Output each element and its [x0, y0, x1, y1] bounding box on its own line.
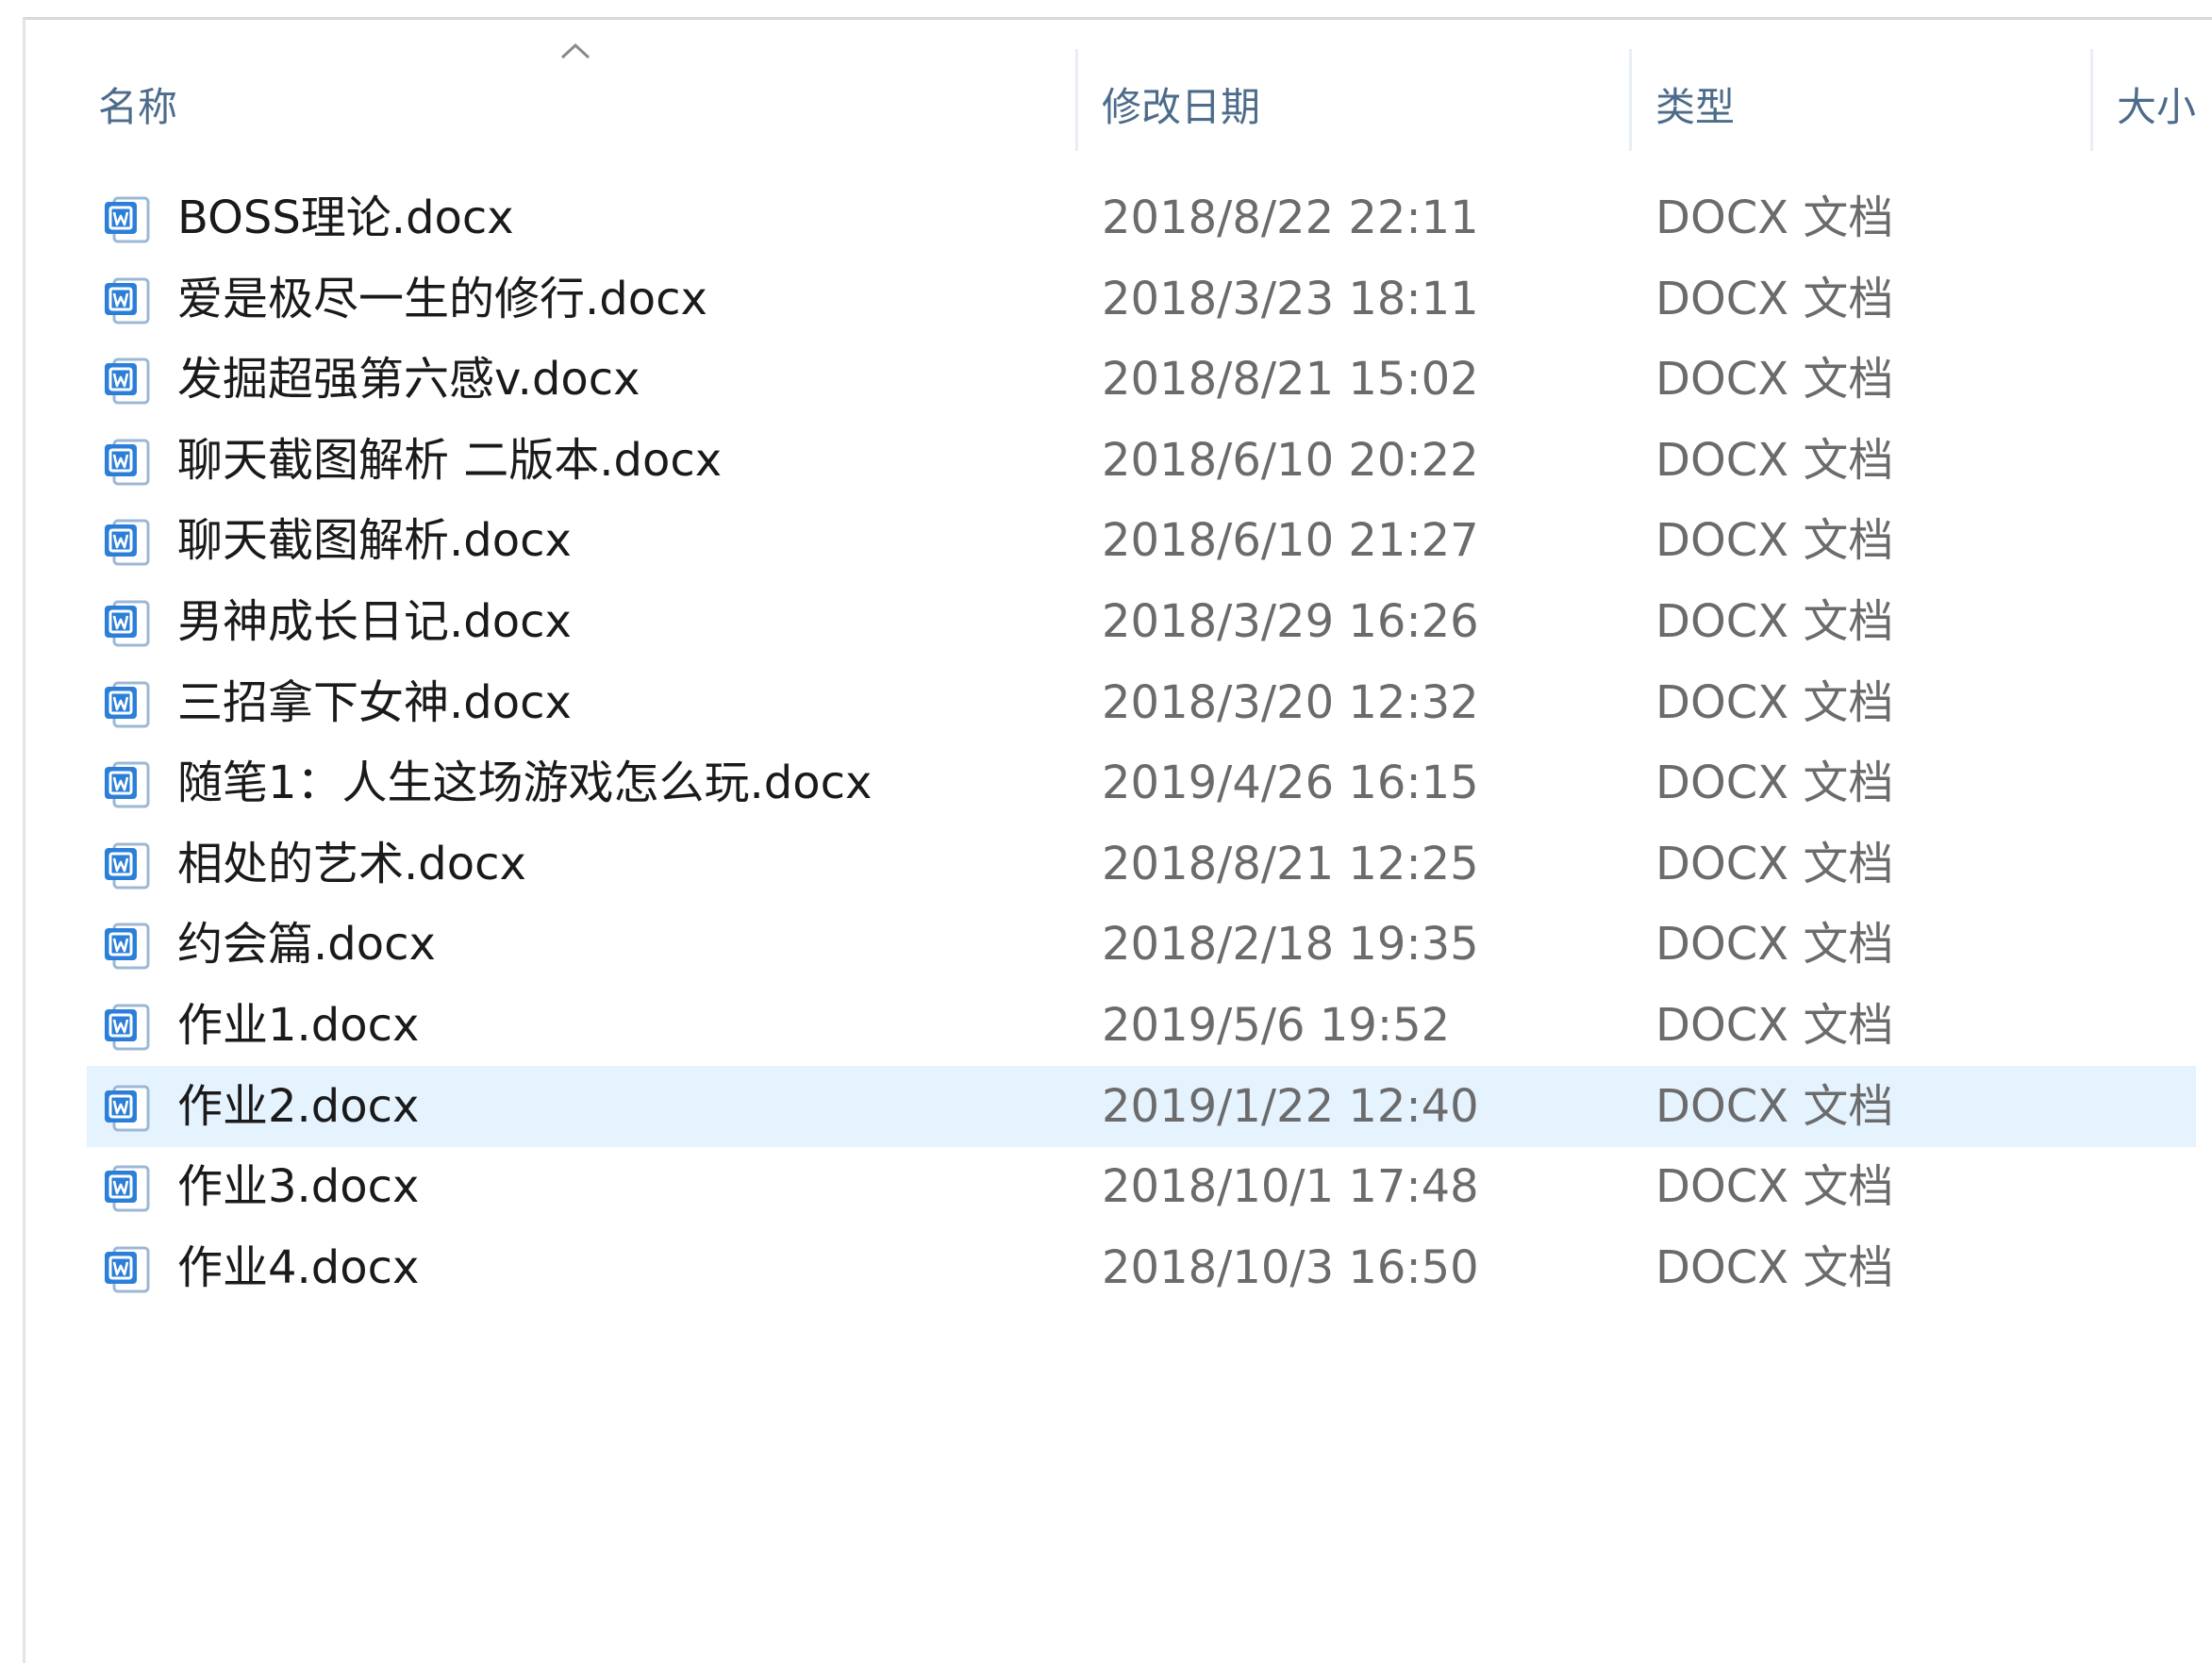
word-doc-icon — [105, 1004, 150, 1051]
word-doc-icon — [105, 519, 150, 566]
file-list: BOSS理论.docx 2018/8/22 22:11 DOCX 文档 爱是极尽一生的… — [0, 0, 2212, 1663]
file-name: 聊天截图解析 二版本.docx — [177, 434, 723, 487]
file-type: DOCX 文档 — [1655, 999, 1894, 1052]
word-doc-icon — [105, 761, 150, 808]
file-name: 爱是极尽一生的修行.docx — [177, 273, 707, 325]
file-row[interactable]: 作业3.docx 2018/10/1 17:48 DOCX 文档 — [0, 1146, 2212, 1227]
file-name: 作业2.docx — [177, 1080, 420, 1133]
file-modified-date: 2019/1/22 12:40 — [1102, 1080, 1479, 1133]
file-type: DOCX 文档 — [1655, 757, 1894, 809]
file-name: 作业3.docx — [177, 1160, 420, 1213]
file-name: 作业1.docx — [177, 999, 420, 1052]
file-name: 约会篇.docx — [177, 918, 436, 971]
file-name: 相处的艺术.docx — [177, 838, 526, 890]
file-modified-date: 2018/3/29 16:26 — [1102, 595, 1479, 648]
word-doc-icon — [105, 277, 150, 324]
word-doc-icon — [105, 1085, 150, 1132]
file-row[interactable]: 发掘超强第六感v.docx 2018/8/21 15:02 DOCX 文档 — [0, 339, 2212, 420]
word-doc-icon — [105, 842, 150, 890]
word-doc-icon — [105, 1165, 150, 1212]
file-modified-date: 2019/4/26 16:15 — [1102, 757, 1479, 809]
file-type: DOCX 文档 — [1655, 676, 1894, 729]
file-modified-date: 2018/8/22 22:11 — [1102, 191, 1479, 244]
word-doc-icon — [105, 196, 150, 243]
file-modified-date: 2018/2/18 19:35 — [1102, 918, 1479, 971]
word-doc-icon — [105, 923, 150, 970]
file-type: DOCX 文档 — [1655, 1080, 1894, 1133]
file-name: 随笔1：人生这场游戏怎么玩.docx — [177, 757, 873, 809]
file-row[interactable]: 作业4.docx 2018/10/3 16:50 DOCX 文档 — [0, 1227, 2212, 1308]
file-name: 男神成长日记.docx — [177, 595, 572, 648]
file-type: DOCX 文档 — [1655, 838, 1894, 890]
file-type: DOCX 文档 — [1655, 1160, 1894, 1213]
file-modified-date: 2018/8/21 15:02 — [1102, 353, 1479, 406]
file-modified-date: 2018/8/21 12:25 — [1102, 838, 1479, 890]
file-modified-date: 2018/10/3 16:50 — [1102, 1241, 1479, 1294]
file-name: 聊天截图解析.docx — [177, 514, 572, 567]
file-row[interactable]: 随笔1：人生这场游戏怎么玩.docx 2019/4/26 16:15 DOCX 文档 — [0, 742, 2212, 823]
file-modified-date: 2018/6/10 21:27 — [1102, 514, 1479, 567]
file-row[interactable]: 约会篇.docx 2018/2/18 19:35 DOCX 文档 — [0, 904, 2212, 985]
file-row[interactable]: 作业2.docx 2019/1/22 12:40 DOCX 文档 — [0, 1066, 2212, 1147]
file-name: 作业4.docx — [177, 1241, 420, 1294]
file-row[interactable]: 男神成长日记.docx 2018/3/29 16:26 DOCX 文档 — [0, 581, 2212, 662]
file-name: BOSS理论.docx — [177, 191, 514, 244]
file-modified-date: 2018/3/20 12:32 — [1102, 676, 1479, 729]
word-doc-icon — [105, 439, 150, 486]
file-type: DOCX 文档 — [1655, 191, 1894, 244]
file-type: DOCX 文档 — [1655, 918, 1894, 971]
file-modified-date: 2018/6/10 20:22 — [1102, 434, 1479, 487]
file-row[interactable]: 聊天截图解析.docx 2018/6/10 21:27 DOCX 文档 — [0, 500, 2212, 581]
file-row[interactable]: BOSS理论.docx 2018/8/22 22:11 DOCX 文档 — [0, 177, 2212, 258]
file-row[interactable]: 三招拿下女神.docx 2018/3/20 12:32 DOCX 文档 — [0, 662, 2212, 743]
file-type: DOCX 文档 — [1655, 273, 1894, 325]
file-modified-date: 2019/5/6 19:52 — [1102, 999, 1451, 1052]
word-doc-icon — [105, 358, 150, 405]
file-row[interactable]: 聊天截图解析 二版本.docx 2018/6/10 20:22 DOCX 文档 — [0, 420, 2212, 501]
file-type: DOCX 文档 — [1655, 514, 1894, 567]
file-row[interactable]: 爱是极尽一生的修行.docx 2018/3/23 18:11 DOCX 文档 — [0, 258, 2212, 340]
word-doc-icon — [105, 681, 150, 728]
file-row[interactable]: 相处的艺术.docx 2018/8/21 12:25 DOCX 文档 — [0, 823, 2212, 905]
file-name: 发掘超强第六感v.docx — [177, 353, 640, 406]
file-type: DOCX 文档 — [1655, 434, 1894, 487]
word-doc-icon — [105, 600, 150, 647]
file-type: DOCX 文档 — [1655, 1241, 1894, 1294]
file-modified-date: 2018/10/1 17:48 — [1102, 1160, 1479, 1213]
file-type: DOCX 文档 — [1655, 595, 1894, 648]
file-name: 三招拿下女神.docx — [177, 676, 572, 729]
file-modified-date: 2018/3/23 18:11 — [1102, 273, 1479, 325]
file-row[interactable]: 作业1.docx 2019/5/6 19:52 DOCX 文档 — [0, 985, 2212, 1066]
file-type: DOCX 文档 — [1655, 353, 1894, 406]
word-doc-icon — [105, 1246, 150, 1293]
